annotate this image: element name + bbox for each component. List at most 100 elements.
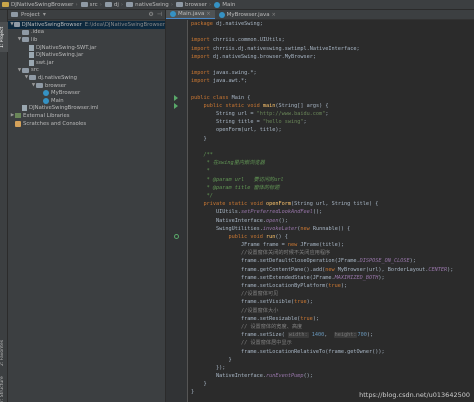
breadcrumb-browser[interactable]: browser › (176, 2, 211, 8)
code-line[interactable]: */ (191, 192, 453, 200)
tree-item[interactable]: ▼ dj.nativeSwing (8, 74, 165, 82)
code-line[interactable]: frame.setExtendedState(JFrame.MAXIMIZED_… (191, 274, 453, 282)
code-line[interactable]: String url = "http://www.baidu.com"; (191, 110, 453, 118)
code-line[interactable] (191, 61, 453, 69)
code-line[interactable]: String title = "hello swing"; (191, 118, 453, 126)
code-line[interactable]: package dj.nativeSwing; (191, 20, 453, 28)
code-line[interactable]: * (191, 167, 453, 175)
tree-item[interactable]: ▼ browser (8, 82, 165, 90)
code-line[interactable] (191, 143, 453, 151)
tree-item[interactable]: swt.jar (8, 59, 165, 67)
code-line[interactable]: SwingUtilities.invokeLater(new Runnable(… (191, 225, 453, 233)
code-line[interactable]: frame.setLocationByPlatform(true); (191, 282, 453, 290)
code-line[interactable]: public void run() { (191, 233, 453, 241)
code-line[interactable]: * 在swing里内嵌浏览器 (191, 159, 453, 167)
tree-item-label: src (31, 67, 39, 74)
code-line[interactable]: import chrriis.common.UIUtils; (191, 36, 453, 44)
code-line[interactable]: NativeInterface.runEventPump(); (191, 372, 453, 380)
tree-item[interactable]: ▼ DJNativeSwingBrowser E:\idea\DJNativeSwi… (8, 21, 165, 29)
code-line[interactable]: * @param url 要访问的url (191, 176, 453, 184)
code-line[interactable]: /** (191, 151, 453, 159)
code-token: JFrame frame = (191, 242, 288, 249)
code-token: "http://www.baidu.com" (256, 111, 326, 118)
code-line[interactable]: import javax.swing.*; (191, 69, 453, 77)
folder-icon (2, 2, 9, 7)
editor-gutter[interactable] (166, 20, 188, 402)
code-line[interactable]: frame.setSize( width: 1400, height:700); (191, 331, 453, 339)
code-line[interactable]: import chrriis.dj.nativeswing.swtimpl.Na… (191, 45, 453, 53)
tree-item[interactable]: Main (8, 97, 165, 105)
settings-gear-icon[interactable]: ⚙ (148, 11, 153, 18)
tree-item[interactable]: DJNativeSwing.jar (8, 51, 165, 59)
tree-item[interactable]: ▼ src (8, 67, 165, 75)
structure-tool-tab[interactable]: 7: Structure (0, 374, 8, 402)
code-token: runEventPump (265, 373, 304, 380)
code-line[interactable] (191, 28, 453, 36)
code-line[interactable]: frame.setVisible(true); (191, 298, 453, 306)
editor-tab[interactable]: MyBrowser.java × (215, 10, 280, 19)
code-line[interactable]: import java.awt.*; (191, 77, 453, 85)
chevron-down-icon[interactable]: ▾ (43, 11, 46, 18)
tree-item[interactable]: MyBrowser (8, 89, 165, 97)
implements-gutter-marker[interactable] (166, 233, 187, 241)
code-line[interactable]: //设置窗体关闭的时候不关闭应用程序 (191, 249, 453, 257)
code-line[interactable]: JFrame frame = new JFrame(title); (191, 241, 453, 249)
run-arrow-icon[interactable] (174, 94, 178, 101)
run-gutter-marker[interactable] (166, 102, 187, 110)
code-line[interactable]: public class Main { (191, 94, 453, 102)
code-line[interactable]: }); (191, 364, 453, 372)
project-view-selector[interactable]: Project (21, 12, 40, 18)
code-line[interactable]: //设置窗体大小 (191, 307, 453, 315)
close-tab-icon[interactable]: × (272, 12, 276, 18)
code-line[interactable]: frame.setDefaultCloseOperation(JFrame.DI… (191, 257, 453, 265)
tree-item[interactable]: Scratches and Consoles (8, 120, 165, 128)
code-line[interactable] (191, 86, 453, 94)
code-line[interactable]: } (191, 380, 453, 388)
code-token: //设置窗体可见 (240, 291, 279, 298)
favorites-tool-tab[interactable]: 2: Favorites (0, 335, 8, 370)
tree-item[interactable]: ▼ lib (8, 36, 165, 44)
tree-item[interactable]: DJNativeSwing-SWT.jar (8, 44, 165, 52)
code-line[interactable]: private static void openForm(String url,… (191, 200, 453, 208)
code-token: }); (191, 364, 226, 371)
code-line[interactable]: // 设置窗体居中显示 (191, 339, 453, 347)
tree-item[interactable]: ▶ External Libraries (8, 112, 165, 120)
code-line[interactable]: import dj.nativeSwing.browser.MyBrowser; (191, 53, 453, 61)
hide-panel-icon[interactable]: ⊣ (157, 11, 162, 18)
tree-item[interactable]: .idea (8, 29, 165, 37)
code-line[interactable]: } (191, 356, 453, 364)
tree-item-label: DJNativeSwing.jar (36, 52, 84, 59)
code-token: frame.getContentPane().add( (191, 266, 326, 273)
code-view[interactable]: package dj.nativeSwing; import chrriis.c… (166, 20, 474, 402)
editor-tab[interactable]: Main.java × (166, 10, 215, 19)
run-arrow-icon[interactable] (174, 103, 178, 109)
code-token: import (191, 70, 213, 77)
run-gutter-marker[interactable] (166, 94, 187, 102)
project-tool-tab[interactable]: 1: Project (0, 22, 8, 52)
code-line[interactable]: //设置窗体可见 (191, 290, 453, 298)
tree-item[interactable]: DJNativeSwingBrowser.iml (8, 105, 165, 113)
breadcrumb-nativeswing[interactable]: nativeSwing › (126, 2, 173, 8)
breadcrumb-src[interactable]: src › (80, 2, 102, 8)
folder-icon (14, 22, 20, 28)
code-line[interactable]: // 设置窗体的宽度、高度 (191, 323, 453, 331)
code-line[interactable]: openForm(url, title); (191, 126, 453, 134)
code-text[interactable]: package dj.nativeSwing; import chrriis.c… (191, 20, 453, 397)
code-line[interactable]: * @param title 窗体的标题 (191, 184, 453, 192)
code-token: frame.setSize( (191, 332, 288, 339)
code-token: (String url, String title) { (290, 201, 379, 208)
code-line[interactable]: public static void main(String[] args) { (191, 102, 453, 110)
breadcrumb-main[interactable]: Main (214, 1, 235, 8)
code-line[interactable]: UIUtils.setPreferredLookAndFeel(); (191, 208, 453, 216)
code-line[interactable]: frame.getContentPane().add(new MyBrowser… (191, 266, 453, 274)
code-line[interactable]: } (191, 135, 453, 143)
code-line[interactable]: frame.setLocationRelativeTo(frame.getOwn… (191, 348, 453, 356)
implements-method-icon[interactable] (174, 234, 179, 240)
code-token: MAXIMIZED_BOTH (334, 274, 379, 281)
code-token: ); (366, 332, 374, 339)
code-line[interactable]: NativeInterface.open(); (191, 217, 453, 225)
breadcrumb-project[interactable]: DJNativeSwingBrowser › (2, 2, 78, 8)
code-line[interactable]: frame.setResizable(true); (191, 315, 453, 323)
breadcrumb-dj[interactable]: dj › (104, 2, 123, 8)
close-tab-icon[interactable]: × (206, 11, 210, 17)
